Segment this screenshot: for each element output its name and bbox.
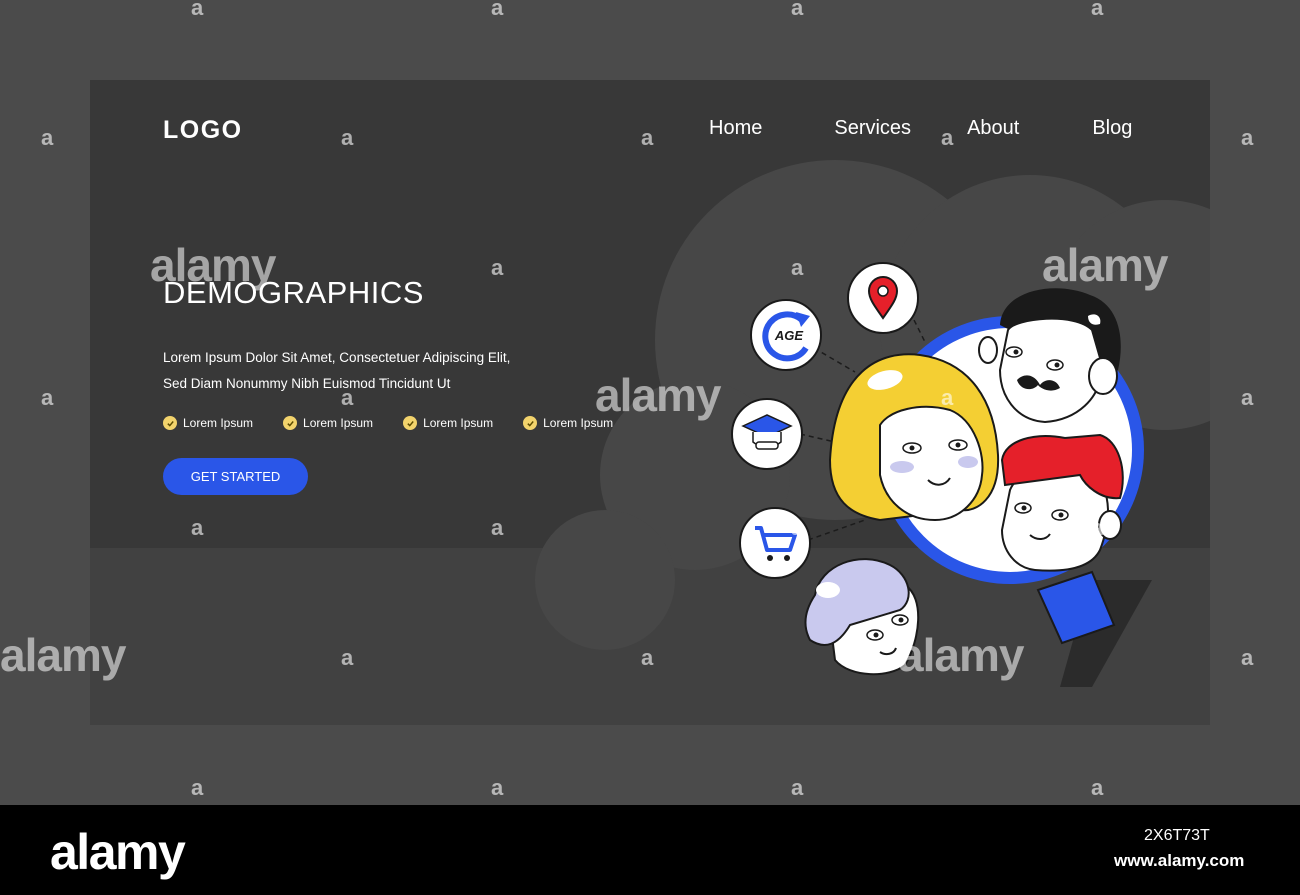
watermark-mark: a xyxy=(641,645,654,670)
watermark-mark: a xyxy=(1241,125,1254,150)
watermark-text: alamy xyxy=(1042,239,1168,291)
watermark-mark: a xyxy=(341,645,354,670)
age-icon-label: AGE xyxy=(774,328,804,343)
watermark-mark: a xyxy=(41,385,54,410)
watermark-mark: a xyxy=(41,125,54,150)
stock-brand-logo: alamy xyxy=(50,824,186,880)
watermark-mark: a xyxy=(791,515,804,540)
watermark-mark: a xyxy=(491,255,504,280)
red-hair-boy-avatar xyxy=(1000,433,1124,572)
watermark-mark: a xyxy=(941,385,954,410)
image-id: 2X6T73T xyxy=(1144,827,1210,844)
age-icon: AGE xyxy=(750,299,822,371)
watermark-mark: a xyxy=(1241,385,1254,410)
watermark-mark: a xyxy=(791,775,804,800)
watermark-mark: a xyxy=(1091,775,1104,800)
location-pin-icon xyxy=(847,262,919,334)
watermark-text: alamy xyxy=(0,629,126,681)
watermark-mark: a xyxy=(491,775,504,800)
stock-site-url: www.alamy.com xyxy=(1114,851,1245,870)
stock-footer: alamy 2X6T73T www.alamy.com xyxy=(0,805,1300,895)
watermark-mark: a xyxy=(641,125,654,150)
watermark-mark: a xyxy=(191,515,204,540)
watermark-text: alamy xyxy=(150,239,276,291)
graduation-cap-icon xyxy=(731,398,803,470)
watermark-mark: a xyxy=(491,515,504,540)
watermark-mark: a xyxy=(341,385,354,410)
watermark-mark: a xyxy=(1091,515,1104,540)
watermark-mark: a xyxy=(941,125,954,150)
page-background: LOGO Home Services About Blog DEMOGRAPHI… xyxy=(0,0,1300,805)
watermark-mark: a xyxy=(491,0,504,20)
watermark-mark: a xyxy=(191,775,204,800)
watermark-mark: a xyxy=(1241,645,1254,670)
watermark-mark: a xyxy=(791,255,804,280)
watermark-text: alamy xyxy=(898,629,1024,681)
watermark-text: alamy xyxy=(595,369,721,421)
watermark-mark: a xyxy=(341,125,354,150)
watermark-mark: a xyxy=(1091,0,1104,20)
watermark-mark: a xyxy=(791,0,804,20)
watermark-mark: a xyxy=(191,0,204,20)
